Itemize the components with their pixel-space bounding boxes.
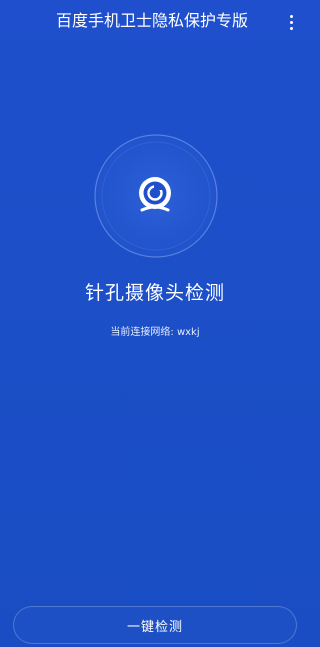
more-vertical-icon: [289, 20, 293, 24]
network-label: 当前连接网络:: [110, 327, 174, 338]
detect-button-label: 一键检测: [126, 619, 183, 635]
main-title: 针孔摄像头检测: [84, 282, 225, 304]
more-vertical-icon: [289, 14, 293, 18]
more-vertical-icon: [289, 26, 293, 30]
network-status: 当前连接网络: wxkj: [0, 326, 310, 340]
one-click-detect-button[interactable]: 一键检测: [13, 606, 297, 644]
pinhole-camera-grid-icon: [92, 132, 220, 260]
page-title: 百度手机卫士隐私保护专版: [56, 11, 249, 30]
network-name: wxkj: [176, 327, 200, 338]
more-options-button[interactable]: [284, 11, 298, 33]
app-header: 百度手机卫士隐私保护专版: [0, 0, 310, 44]
